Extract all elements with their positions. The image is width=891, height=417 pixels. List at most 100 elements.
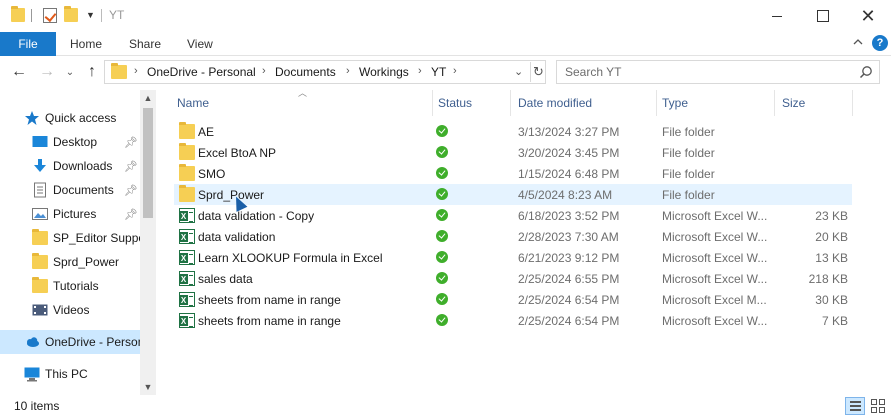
nav-scrollbar[interactable]: ▲ ▼ [140, 90, 156, 395]
file-size: 30 KB [815, 293, 848, 307]
sidebar-item-label: Downloads [53, 159, 113, 173]
item-count: 10 items [14, 399, 60, 413]
large-icons-view-icon[interactable] [868, 397, 888, 415]
file-date: 2/25/2024 6:55 PM [518, 272, 620, 286]
pin-icon: 📌︎ [124, 209, 138, 221]
excel-file-icon [179, 229, 195, 244]
breadcrumb-workings[interactable]: Workings [359, 65, 409, 79]
expand-ribbon-chevron-icon[interactable] [852, 36, 864, 48]
large-icon-square [871, 399, 877, 405]
maximize-button[interactable] [800, 0, 846, 32]
chevron-right-icon[interactable]: › [418, 65, 422, 77]
quick-access-star-icon [25, 111, 39, 125]
sidebar-item-desktop[interactable]: Desktop 📌︎ [0, 130, 140, 154]
column-divider[interactable] [510, 90, 511, 116]
column-header-date-modified[interactable]: Date modified [518, 90, 592, 116]
recent-locations-chevron-icon[interactable]: ⌄ [60, 61, 80, 83]
sync-status-icon [436, 125, 448, 137]
refresh-icon[interactable]: ↻ [530, 62, 546, 82]
search-icon[interactable] [859, 65, 873, 79]
file-row[interactable]: sheets from name in range 2/25/2024 6:54… [174, 289, 852, 310]
this-pc-icon [24, 367, 40, 382]
file-type: File folder [662, 125, 715, 139]
column-divider[interactable] [852, 90, 853, 116]
videos-icon [32, 304, 48, 316]
folder-icon[interactable] [11, 6, 25, 22]
tab-view[interactable]: View [187, 37, 213, 51]
minimize-button[interactable] [754, 0, 800, 32]
chevron-right-icon[interactable]: › [453, 65, 457, 77]
column-header-status[interactable]: Status [438, 90, 472, 116]
sidebar-item-pictures[interactable]: Pictures 📌︎ [0, 202, 140, 226]
sync-status-icon [436, 188, 448, 200]
scroll-down-icon[interactable]: ▼ [140, 379, 156, 395]
downloads-icon [34, 159, 46, 172]
file-row[interactable]: sheets from name in range 2/25/2024 6:54… [174, 310, 852, 331]
new-folder-icon[interactable] [64, 6, 78, 22]
chevron-right-icon[interactable]: › [134, 65, 138, 77]
close-button[interactable]: ✕ [845, 0, 891, 32]
column-divider[interactable] [656, 90, 657, 116]
column-divider[interactable] [774, 90, 775, 116]
title-separator [101, 9, 102, 22]
file-row[interactable]: Learn XLOOKUP Formula in Excel 6/21/2023… [174, 247, 852, 268]
title-bar: ▼ YT ✕ [0, 0, 891, 32]
sidebar-item-quick-access[interactable]: Quick access [0, 106, 140, 130]
details-line [850, 405, 861, 407]
chevron-down-icon[interactable]: ⌄ [514, 65, 523, 78]
chevron-right-icon[interactable]: › [262, 65, 266, 77]
tab-home[interactable]: Home [70, 37, 102, 51]
help-icon[interactable]: ? [872, 35, 888, 51]
back-arrow-icon[interactable]: ← [9, 61, 29, 83]
sidebar-item-downloads[interactable]: Downloads 📌︎ [0, 154, 140, 178]
forward-arrow-icon[interactable]: → [37, 61, 57, 83]
file-row[interactable]: data validation - Copy 6/18/2023 3:52 PM… [174, 205, 852, 226]
file-row[interactable]: SMO 1/15/2024 6:48 PM File folder [174, 163, 852, 184]
file-size: 218 KB [808, 272, 848, 286]
column-header-name[interactable]: Name [177, 90, 432, 116]
sidebar-item-documents[interactable]: Documents 📌︎ [0, 178, 140, 202]
large-icon-square [871, 407, 877, 413]
sidebar-item-videos[interactable]: Videos [0, 298, 140, 322]
breadcrumb-yt[interactable]: YT [431, 65, 446, 79]
search-box[interactable]: Search YT [556, 60, 880, 84]
details-view-icon[interactable] [845, 397, 865, 415]
up-arrow-icon[interactable]: ↑ [82, 61, 102, 83]
tab-file[interactable]: File [0, 32, 56, 56]
address-bar[interactable]: › OneDrive - Personal › Documents › Work… [104, 60, 546, 84]
sidebar-item-label: OneDrive - Person [45, 335, 140, 349]
breadcrumb-documents[interactable]: Documents [275, 65, 336, 79]
scroll-up-icon[interactable]: ▲ [140, 90, 156, 106]
sidebar-item-tutorials[interactable]: Tutorials [0, 274, 140, 298]
chevron-right-icon[interactable]: › [346, 65, 350, 77]
file-date: 3/20/2024 3:45 PM [518, 146, 620, 160]
file-row[interactable]: data validation 2/28/2023 7:30 AM Micros… [174, 226, 852, 247]
column-header-size[interactable]: Size [782, 90, 805, 116]
folder-icon [179, 122, 195, 139]
file-size: 20 KB [815, 230, 848, 244]
column-divider[interactable] [432, 90, 433, 116]
file-date: 6/21/2023 9:12 PM [518, 251, 620, 265]
tab-share[interactable]: Share [129, 37, 161, 51]
sidebar-item-onedrive[interactable]: OneDrive - Person [0, 330, 140, 354]
properties-icon[interactable] [43, 8, 57, 23]
details-line [850, 409, 861, 411]
sidebar-item-this-pc[interactable]: This PC [0, 362, 140, 386]
sidebar-item-sprd-power[interactable]: Sprd_Power [0, 250, 140, 274]
file-type: Microsoft Excel W... [662, 272, 768, 286]
file-type: Microsoft Excel W... [662, 314, 768, 328]
folder-icon [32, 253, 48, 269]
scrollbar-thumb[interactable] [143, 108, 153, 218]
file-row[interactable]: Sprd_Power 4/5/2024 8:23 AM File folder [174, 184, 852, 205]
sidebar-item-label: Desktop [53, 135, 98, 149]
file-row[interactable]: sales data 2/25/2024 6:55 PM Microsoft E… [174, 268, 852, 289]
file-row[interactable]: AE 3/13/2024 3:27 PM File folder [174, 121, 852, 142]
sidebar-item-label: SP_Editor Suppo [53, 231, 140, 245]
search-input[interactable]: Search YT [565, 65, 621, 79]
breadcrumb-onedrive[interactable]: OneDrive - Personal [147, 65, 256, 79]
file-row[interactable]: Excel BtoA NP 3/20/2024 3:45 PM File fol… [174, 142, 852, 163]
sidebar-item-label: Documents [53, 183, 114, 197]
customize-quick-access-icon[interactable]: ▼ [86, 10, 95, 20]
column-header-type[interactable]: Type [662, 90, 688, 116]
sidebar-item-sp-editor[interactable]: SP_Editor Suppo [0, 226, 140, 250]
